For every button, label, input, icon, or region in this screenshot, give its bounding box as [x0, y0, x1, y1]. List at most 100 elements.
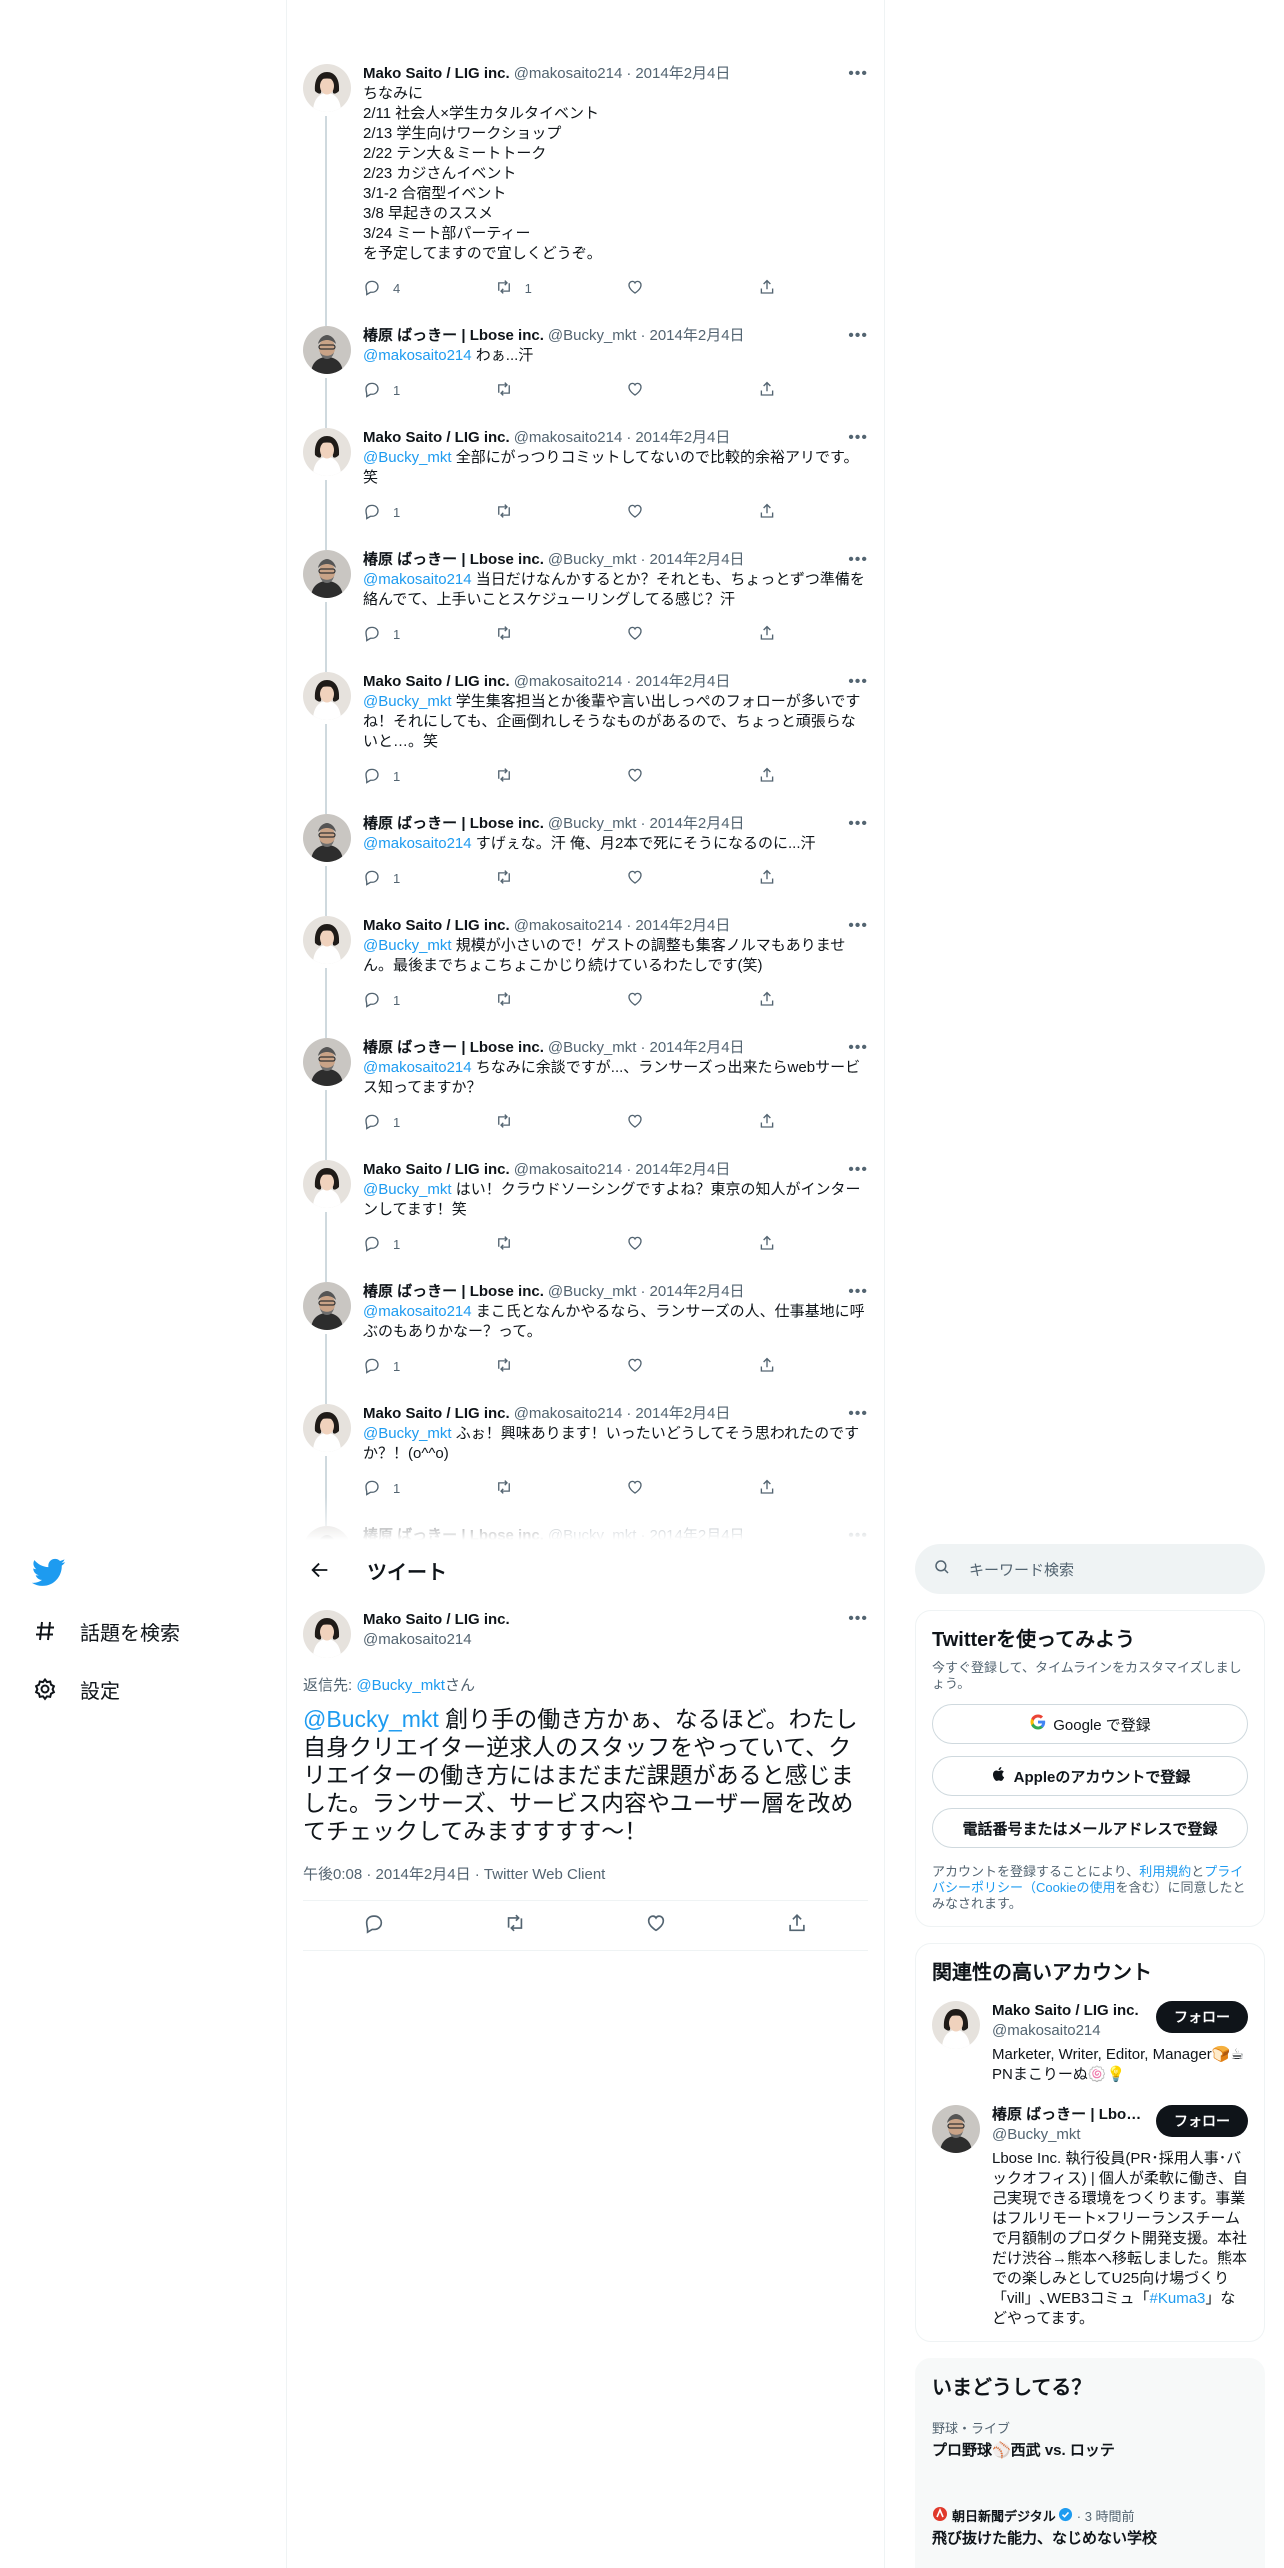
author-name[interactable]: 椿原 ばっきー | Lbose inc. — [363, 1038, 544, 1058]
author-name[interactable]: Mako Saito / LIG inc. — [363, 672, 510, 692]
retweet-button[interactable] — [495, 624, 555, 645]
mention-link[interactable]: @Bucky_mkt — [363, 937, 452, 954]
back-arrow-icon[interactable] — [303, 1553, 337, 1587]
author-handle[interactable]: @makosaito214 — [514, 1404, 623, 1424]
tweet-date[interactable]: 2014年2月4日 — [635, 672, 730, 692]
like-button[interactable] — [626, 868, 686, 889]
author-handle[interactable]: @Bucky_mkt — [548, 1282, 637, 1302]
thread-tweet[interactable]: 椿原 ばっきー | Lbose inc.@Bucky_mkt·2014年2月4日… — [287, 542, 884, 672]
author-name[interactable]: 椿原 ばっきー | Lbose inc. — [363, 1282, 544, 1302]
author-name[interactable]: 椿原 ばっきー | Lbose inc. — [363, 814, 544, 834]
share-button[interactable] — [758, 380, 788, 401]
more-icon[interactable]: ••• — [848, 916, 868, 936]
reply-button[interactable]: 1 — [363, 624, 423, 645]
thread-tweet[interactable]: Mako Saito / LIG inc. @makosaito214 · 2014年… — [287, 420, 884, 550]
thread-tweet[interactable]: 椿原 ばっきー | Lbose inc.@Bucky_mkt·2014年2月4日… — [287, 1030, 884, 1160]
author-handle[interactable]: @makosaito214 — [514, 1160, 623, 1180]
mention-link[interactable]: @Bucky_mkt — [363, 693, 452, 710]
share-button[interactable] — [758, 1234, 788, 1255]
author-name[interactable]: Mako Saito / LIG inc. — [363, 916, 510, 936]
trend-item[interactable]: 野球・ライブ プロ野球⚾西武 vs. ロッテ — [932, 2408, 1248, 2470]
share-button[interactable] — [758, 1112, 788, 1133]
related-user-name[interactable]: 椿原 ばっきー | Lbos… — [992, 2105, 1148, 2125]
share-button[interactable] — [758, 990, 788, 1011]
mention-link[interactable]: @Bucky_mkt — [363, 1425, 452, 1442]
related-user-name[interactable]: Mako Saito / LIG inc. — [992, 2001, 1148, 2021]
mention-link[interactable]: @Bucky_mkt — [363, 449, 452, 466]
thread-tweet[interactable]: Mako Saito / LIG inc. @makosaito214 · 2014年… — [287, 1152, 884, 1282]
share-button[interactable] — [758, 278, 788, 299]
like-button[interactable] — [626, 380, 686, 401]
avatar[interactable] — [303, 550, 351, 598]
avatar[interactable] — [932, 2105, 980, 2153]
tweet-date[interactable]: 2014年2月4日 — [649, 550, 744, 570]
thread-tweet[interactable]: Mako Saito / LIG inc. @makosaito214 · 2014年… — [287, 56, 884, 326]
avatar[interactable] — [303, 1160, 351, 1208]
follow-button[interactable]: フォロー — [1156, 2001, 1248, 2033]
more-icon[interactable]: ••• — [848, 814, 868, 834]
more-icon[interactable]: ••• — [848, 1282, 868, 1302]
thread-tweet[interactable]: 椿原 ばっきー | Lbose inc.@Bucky_mkt·2014年2月4日… — [287, 1274, 884, 1404]
like-icon[interactable] — [645, 1912, 667, 1939]
avatar[interactable] — [303, 64, 351, 112]
thread-tweet[interactable]: 椿原 ばっきー | Lbose inc.@Bucky_mkt·2014年2月4日… — [287, 806, 884, 916]
avatar[interactable] — [303, 916, 351, 964]
more-icon[interactable]: ••• — [848, 550, 868, 570]
thread-tweet[interactable]: Mako Saito / LIG inc. @makosaito214 · 2014年… — [287, 908, 884, 1038]
author-name[interactable]: Mako Saito / LIG inc. — [363, 1611, 510, 1628]
more-icon[interactable]: ••• — [848, 1404, 868, 1424]
tweet-date[interactable]: 2014年2月4日 — [635, 428, 730, 448]
thread-tweet[interactable]: Mako Saito / LIG inc. @makosaito214 · 2014年… — [287, 664, 884, 814]
author-name[interactable]: Mako Saito / LIG inc. — [363, 64, 510, 84]
tweet-meta[interactable]: 午後0:08 · 2014年2月4日 · Twitter Web Client — [303, 1863, 868, 1901]
author-name[interactable]: Mako Saito / LIG inc. — [363, 1404, 510, 1424]
mention-link[interactable]: @Bucky_mkt — [303, 1706, 439, 1732]
avatar[interactable] — [303, 1282, 351, 1330]
avatar[interactable] — [303, 1038, 351, 1086]
terms-link[interactable]: 利用規約 — [1139, 1864, 1191, 1879]
hashtag-link[interactable]: #Kuma3 — [1150, 2290, 1206, 2307]
more-icon[interactable]: ••• — [848, 672, 868, 692]
more-icon[interactable]: ••• — [848, 1160, 868, 1180]
retweet-button[interactable] — [495, 1234, 555, 1255]
retweet-button[interactable] — [495, 868, 555, 889]
author-handle[interactable]: @Bucky_mkt — [548, 550, 637, 570]
like-button[interactable] — [626, 278, 686, 299]
reply-button[interactable]: 1 — [363, 380, 423, 401]
reply-target-link[interactable]: @Bucky_mkt — [356, 1677, 445, 1694]
reply-button[interactable]: 1 — [363, 1356, 423, 1377]
author-handle[interactable]: @Bucky_mkt — [548, 814, 637, 834]
share-button[interactable] — [758, 868, 788, 889]
mention-link[interactable]: @makosaito214 — [363, 1059, 472, 1076]
tweet-date[interactable]: 2014年2月4日 — [635, 916, 730, 936]
tweet-date[interactable]: 2014年2月4日 — [649, 1038, 744, 1058]
avatar[interactable] — [303, 1404, 351, 1452]
reply-button[interactable]: 1 — [363, 1234, 423, 1255]
like-button[interactable] — [626, 1112, 686, 1133]
reply-button[interactable]: 1 — [363, 1112, 423, 1133]
mention-link[interactable]: @makosaito214 — [363, 571, 472, 588]
author-handle[interactable]: @makosaito214 — [363, 1630, 510, 1650]
phone-signup-button[interactable]: 電話番号またはメールアドレスで登録 — [932, 1808, 1248, 1848]
retweet-button[interactable] — [495, 1112, 555, 1133]
mention-link[interactable]: @makosaito214 — [363, 1303, 472, 1320]
avatar[interactable] — [932, 2001, 980, 2049]
news-item[interactable]: 朝日新聞デジタル · 3 時間前 飛び抜けた能力、なじめない学校 — [932, 2496, 1248, 2558]
mention-link[interactable]: @Bucky_mkt — [363, 1181, 452, 1198]
more-icon[interactable]: ••• — [848, 1610, 868, 1628]
avatar[interactable] — [303, 326, 351, 374]
more-icon[interactable]: ••• — [848, 428, 868, 448]
reply-button[interactable]: 1 — [363, 990, 423, 1011]
like-button[interactable] — [626, 502, 686, 523]
author-name[interactable]: 椿原 ばっきー | Lbose inc. — [363, 550, 544, 570]
nav-explore[interactable]: 話題を検索 — [32, 1613, 180, 1649]
share-button[interactable] — [758, 624, 788, 645]
tweet-date[interactable]: 2014年2月4日 — [635, 64, 730, 84]
more-icon[interactable]: ••• — [848, 64, 868, 84]
google-signup-button[interactable]: Google で登録 — [932, 1704, 1248, 1744]
author-handle[interactable]: @makosaito214 — [514, 428, 623, 448]
tweet-date[interactable]: 2014年2月4日 — [649, 1282, 744, 1302]
mention-link[interactable]: @makosaito214 — [363, 835, 472, 852]
nav-settings[interactable]: 設定 — [32, 1671, 120, 1707]
like-button[interactable] — [626, 766, 686, 787]
